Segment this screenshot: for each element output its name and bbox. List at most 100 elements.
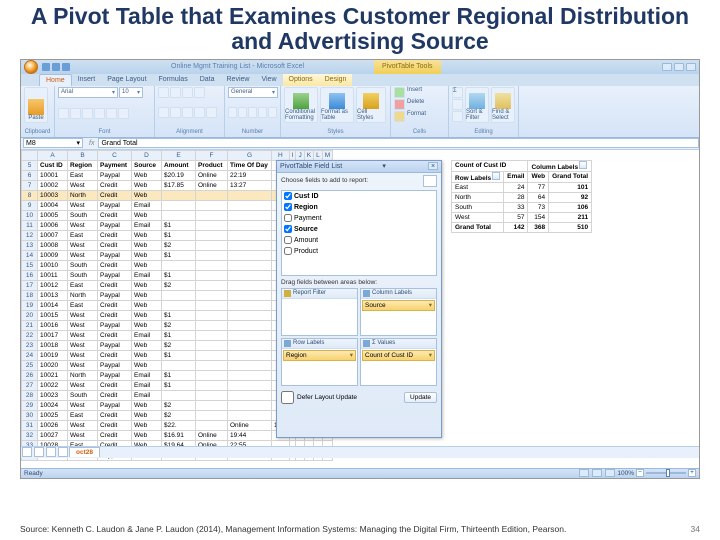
col-header-L[interactable]: L — [314, 150, 323, 160]
table-header-cell[interactable]: Amount — [162, 160, 196, 170]
cell[interactable]: Email — [132, 380, 162, 390]
cell[interactable]: Credit — [98, 430, 132, 440]
cell[interactable]: Credit — [98, 260, 132, 270]
field-checkbox-cust id[interactable]: Cust ID — [282, 191, 436, 202]
cell[interactable]: 10005 — [38, 210, 68, 220]
cell[interactable]: Web — [132, 230, 162, 240]
cell[interactable] — [196, 410, 228, 420]
tab-home[interactable]: Home — [39, 74, 72, 86]
field-list-titlebar[interactable]: PivotTable Field List ▾ × — [277, 161, 441, 173]
tab-options[interactable]: Options — [283, 74, 319, 86]
cell[interactable]: 10008 — [38, 240, 68, 250]
cell[interactable]: $2 — [162, 400, 196, 410]
cell[interactable] — [196, 340, 228, 350]
cell[interactable]: Paypal — [98, 370, 132, 380]
cell[interactable] — [228, 360, 272, 370]
cell-styles-button[interactable]: Cell Styles — [356, 87, 386, 123]
cell[interactable] — [162, 300, 196, 310]
col-header-G[interactable]: G — [228, 150, 272, 160]
row-header[interactable]: 26 — [22, 370, 38, 380]
cell[interactable] — [228, 330, 272, 340]
cell[interactable]: Email — [132, 220, 162, 230]
cell[interactable] — [228, 230, 272, 240]
row-header[interactable]: 6 — [22, 170, 38, 180]
cell[interactable]: $2 — [162, 410, 196, 420]
table-header-cell[interactable]: Payment — [98, 160, 132, 170]
cell[interactable] — [228, 320, 272, 330]
cell[interactable]: Web — [132, 180, 162, 190]
cell[interactable]: Credit — [98, 350, 132, 360]
cell[interactable]: Credit — [98, 180, 132, 190]
fill-color-button[interactable] — [106, 108, 117, 119]
tab-review[interactable]: Review — [221, 74, 256, 86]
row-header[interactable]: 5 — [22, 160, 38, 170]
tab-nav-prev[interactable] — [34, 447, 44, 457]
format-cells-button[interactable] — [394, 111, 405, 122]
cell[interactable]: 10019 — [38, 350, 68, 360]
qat-save-icon[interactable] — [42, 63, 50, 71]
cell[interactable]: North — [68, 190, 98, 200]
qat-redo-icon[interactable] — [62, 63, 70, 71]
cell[interactable] — [162, 390, 196, 400]
view-layout-button[interactable] — [592, 469, 602, 477]
area-report-filter[interactable]: Report Filter — [281, 288, 358, 336]
dec-dec-button[interactable] — [268, 107, 277, 118]
row-header[interactable]: 16 — [22, 270, 38, 280]
cell[interactable]: 10025 — [38, 410, 68, 420]
fx-icon[interactable]: fx — [85, 140, 98, 147]
minimize-button[interactable] — [662, 63, 672, 71]
cell[interactable]: East — [68, 280, 98, 290]
cell[interactable] — [162, 290, 196, 300]
cell[interactable]: $1 — [162, 350, 196, 360]
cell[interactable] — [196, 270, 228, 280]
cell[interactable]: $20.19 — [162, 170, 196, 180]
cell[interactable]: Email — [132, 200, 162, 210]
cell[interactable] — [196, 190, 228, 200]
cell[interactable] — [228, 200, 272, 210]
cell[interactable]: Web — [132, 250, 162, 260]
cell[interactable]: Web — [132, 340, 162, 350]
name-box[interactable]: M8▾ — [23, 138, 83, 148]
cell[interactable]: East — [68, 170, 98, 180]
cell[interactable] — [228, 390, 272, 400]
cell[interactable]: 10004 — [38, 200, 68, 210]
cell[interactable]: Web — [132, 290, 162, 300]
cell[interactable]: North — [68, 290, 98, 300]
cell[interactable] — [228, 280, 272, 290]
border-button[interactable] — [94, 108, 105, 119]
tab-nav-first[interactable] — [22, 447, 32, 457]
cell[interactable]: North — [68, 370, 98, 380]
cell[interactable]: Web — [132, 260, 162, 270]
row-header[interactable]: 28 — [22, 390, 38, 400]
font-color-button[interactable] — [118, 108, 129, 119]
cell[interactable] — [228, 250, 272, 260]
cell[interactable]: Paypal — [98, 400, 132, 410]
cell[interactable]: Credit — [98, 380, 132, 390]
cell[interactable]: Paypal — [98, 170, 132, 180]
col-header-A[interactable]: A — [38, 150, 68, 160]
cell[interactable]: Paypal — [98, 340, 132, 350]
col-header-B[interactable]: B — [68, 150, 98, 160]
area-row-labels[interactable]: Row Labels Region▾ — [281, 338, 358, 386]
cell[interactable]: 10023 — [38, 390, 68, 400]
cell[interactable]: Web — [132, 430, 162, 440]
chip-count-custid[interactable]: Count of Cust ID▾ — [362, 350, 435, 361]
cell[interactable] — [228, 400, 272, 410]
row-labels-dropdown[interactable] — [492, 172, 500, 180]
cell[interactable] — [196, 280, 228, 290]
area-column-labels[interactable]: Column Labels Source▾ — [360, 288, 437, 336]
indent-dec-button[interactable] — [194, 107, 205, 118]
clear-button[interactable] — [452, 111, 463, 122]
cell[interactable]: 10026 — [38, 420, 68, 430]
cell[interactable] — [196, 260, 228, 270]
area-values[interactable]: Σ Values Count of Cust ID▾ — [360, 338, 437, 386]
defer-layout-checkbox[interactable] — [281, 391, 294, 404]
align-mid-button[interactable] — [170, 87, 181, 98]
cell[interactable]: $17.85 — [162, 180, 196, 190]
cell[interactable] — [228, 310, 272, 320]
update-button[interactable]: Update — [404, 392, 437, 403]
cell[interactable]: 10007 — [38, 230, 68, 240]
cell[interactable]: West — [68, 250, 98, 260]
cell[interactable]: $16.91 — [162, 430, 196, 440]
table-header-cell[interactable]: Region — [68, 160, 98, 170]
